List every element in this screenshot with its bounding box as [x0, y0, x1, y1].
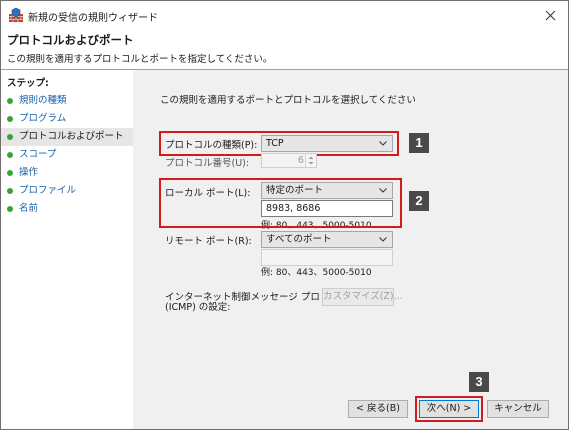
page-subtitle: この規則を適用するプロトコルとポートを指定してください。: [7, 54, 273, 65]
protocol-number-label: プロトコル番号(U):: [165, 158, 250, 169]
local-port-select-value: 特定のポート: [266, 185, 324, 196]
step-bullet-icon: [7, 116, 13, 122]
spin-up-down-icon: [308, 156, 314, 165]
step-bullet-icon: [7, 152, 13, 158]
step-scope[interactable]: スコープ: [1, 146, 133, 164]
protocol-type-label: プロトコルの種類(P):: [165, 140, 258, 151]
instruction-text: この規則を適用するポートとプロトコルを選択してください: [160, 95, 416, 106]
protocol-number-stepper[interactable]: 6: [261, 153, 317, 168]
icmp-label-line2: (ICMP) の設定:: [165, 302, 231, 313]
page-title: プロトコルおよびポート: [7, 33, 134, 47]
local-port-select[interactable]: 特定のポート: [261, 182, 393, 199]
remote-port-select-value: すべてのポート: [266, 234, 332, 245]
step-label: プログラム: [19, 113, 67, 124]
window-title: 新規の受信の規則ウィザード: [28, 13, 158, 24]
local-port-input[interactable]: 8983, 8686: [261, 200, 393, 217]
step-protocol-and-ports[interactable]: プロトコルおよびポート: [1, 128, 133, 146]
annotation-badge-1: 1: [409, 133, 429, 153]
protocol-type-select[interactable]: TCP: [261, 135, 393, 152]
step-bullet-icon: [7, 170, 13, 176]
wizard-header: プロトコルおよびポート この規則を適用するプロトコルとポートを指定してください。: [1, 29, 568, 70]
wizard-body: ステップ: 規則の種類 プログラム プロトコルおよびポート スコープ 操作 プロ…: [1, 70, 568, 429]
annotation-badge-3: 3: [469, 372, 489, 392]
steps-list: 規則の種類 プログラム プロトコルおよびポート スコープ 操作 プロファイル 名…: [1, 92, 133, 218]
step-bullet-icon: [7, 188, 13, 194]
local-port-example: 例: 80、443、5000-5010: [261, 221, 372, 231]
step-profile[interactable]: プロファイル: [1, 182, 133, 200]
protocol-type-value: TCP: [266, 138, 284, 149]
chevron-down-icon: [379, 188, 387, 193]
icmp-customize-button[interactable]: カスタマイズ(Z)...: [322, 288, 403, 306]
remote-port-input[interactable]: [261, 249, 393, 266]
back-button[interactable]: < 戻る(B): [348, 400, 408, 418]
main-panel: この規則を適用するポートとプロトコルを選択してください プロトコルの種類(P):…: [133, 70, 568, 429]
wizard-window: 新規の受信の規則ウィザード プロトコルおよびポート この規則を適用するプロトコル…: [0, 0, 569, 430]
close-button[interactable]: [540, 5, 560, 25]
close-icon: [545, 10, 555, 20]
steps-heading: ステップ:: [7, 78, 49, 89]
step-program[interactable]: プログラム: [1, 110, 133, 128]
protocol-number-value: 6: [297, 155, 304, 166]
title-bar: 新規の受信の規則ウィザード: [1, 1, 568, 29]
remote-port-select[interactable]: すべてのポート: [261, 231, 393, 248]
next-button[interactable]: 次へ(N) >: [419, 400, 479, 418]
step-label: 名前: [19, 203, 39, 214]
step-label: 操作: [19, 167, 39, 178]
step-action[interactable]: 操作: [1, 164, 133, 182]
step-label: プロトコルおよびポート: [19, 131, 124, 142]
step-rule-type[interactable]: 規則の種類: [1, 92, 133, 110]
step-bullet-icon: [7, 134, 13, 140]
step-bullet-icon: [7, 206, 13, 212]
firewall-app-icon: [9, 7, 23, 22]
step-bullet-icon: [7, 98, 13, 104]
chevron-down-icon: [379, 237, 387, 242]
remote-port-example: 例: 80、443、5000-5010: [261, 268, 372, 278]
local-port-label: ローカル ポート(L):: [165, 188, 251, 199]
chevron-down-icon: [379, 141, 387, 146]
remote-port-label: リモート ポート(R):: [165, 236, 252, 247]
step-label: プロファイル: [19, 185, 77, 196]
step-name[interactable]: 名前: [1, 200, 133, 218]
spin-arrows[interactable]: [305, 154, 316, 167]
cancel-button[interactable]: キャンセル: [487, 400, 549, 418]
steps-panel: ステップ: 規則の種類 プログラム プロトコルおよびポート スコープ 操作 プロ…: [1, 70, 133, 429]
step-label: 規則の種類: [19, 95, 67, 106]
step-label: スコープ: [19, 149, 57, 160]
annotation-badge-2: 2: [409, 191, 429, 211]
